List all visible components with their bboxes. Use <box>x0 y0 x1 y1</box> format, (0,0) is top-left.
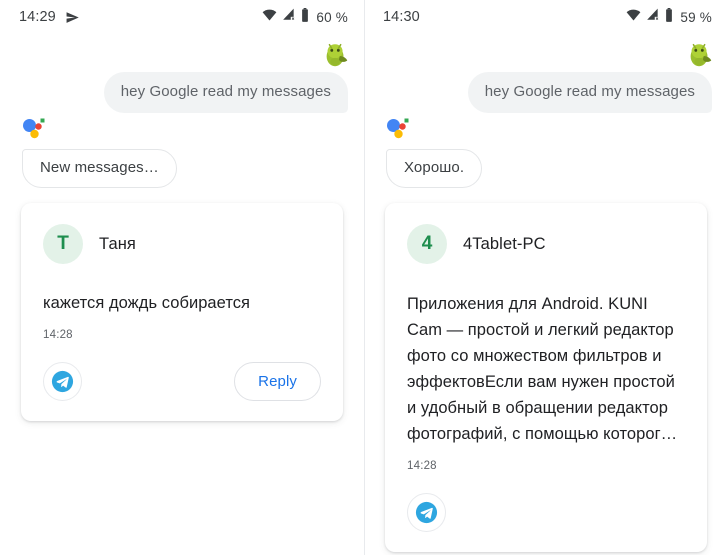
screenshot-panel-left: 14:29 60 % hey Google read my messages N… <box>0 0 364 555</box>
user-message-row: hey Google read my messages <box>364 72 728 113</box>
message-body: кажется дождь собирается <box>43 294 251 312</box>
cellular-signal-icon <box>646 8 660 26</box>
reply-button[interactable]: Reply <box>234 361 321 401</box>
message-timestamp: 14:28 <box>43 328 73 341</box>
dual-screenshot-root: 14:29 60 % hey Google read my messages N… <box>0 0 728 555</box>
card-actions: Reply <box>43 361 321 401</box>
status-bar: 14:30 59 % <box>364 0 728 34</box>
user-message-bubble: hey Google read my messages <box>467 72 712 113</box>
card-header: Т Таня <box>43 224 321 264</box>
cellular-signal-icon <box>282 8 296 26</box>
user-message-bubble: hey Google read my messages <box>103 72 348 113</box>
assistant-message-row: Хорошо. <box>386 149 483 188</box>
message-timestamp: 14:28 <box>407 460 437 472</box>
screenshot-panel-right: 14:30 59 % hey Google read my messages Х… <box>364 0 728 555</box>
message-body: Приложения для Android. KUNI Cam — прост… <box>407 295 678 443</box>
user-message-row: hey Google read my messages <box>0 72 364 113</box>
android-avatar-icon[interactable] <box>685 40 715 70</box>
status-indicators: 60 % <box>262 7 348 27</box>
wifi-icon <box>626 8 641 26</box>
status-clock: 14:29 <box>19 9 56 25</box>
telegram-icon[interactable] <box>43 361 82 401</box>
battery-percent: 60 % <box>316 9 348 25</box>
avatar: 4 <box>407 224 447 264</box>
card-header: 4 4Tablet-PC <box>407 224 685 264</box>
battery-percent: 59 % <box>680 9 712 25</box>
sender-name: 4Tablet-PC <box>463 234 546 253</box>
avatar: Т <box>43 224 83 264</box>
sender-name: Таня <box>99 234 136 253</box>
status-clock: 14:30 <box>383 9 420 25</box>
telegram-icon[interactable] <box>407 493 446 532</box>
battery-icon <box>301 7 309 27</box>
assistant-message-bubble: Хорошо. <box>386 149 483 188</box>
card-actions <box>407 493 685 532</box>
paper-plane-icon <box>65 10 80 25</box>
assistant-message-row: New messages… <box>22 149 177 188</box>
wifi-icon <box>262 8 277 26</box>
battery-icon <box>665 7 673 27</box>
panel-divider <box>364 0 365 555</box>
message-card[interactable]: 4 4Tablet-PC Приложения для Android. KUN… <box>385 203 707 552</box>
assistant-message-bubble: New messages… <box>22 149 177 188</box>
google-assistant-icon <box>22 116 48 140</box>
message-card[interactable]: Т Таня кажется дождь собирается 14:28 Re… <box>21 203 343 421</box>
google-assistant-icon <box>386 116 412 140</box>
status-bar: 14:29 60 % <box>0 0 364 34</box>
android-avatar-icon[interactable] <box>321 40 351 70</box>
status-indicators: 59 % <box>626 7 712 27</box>
